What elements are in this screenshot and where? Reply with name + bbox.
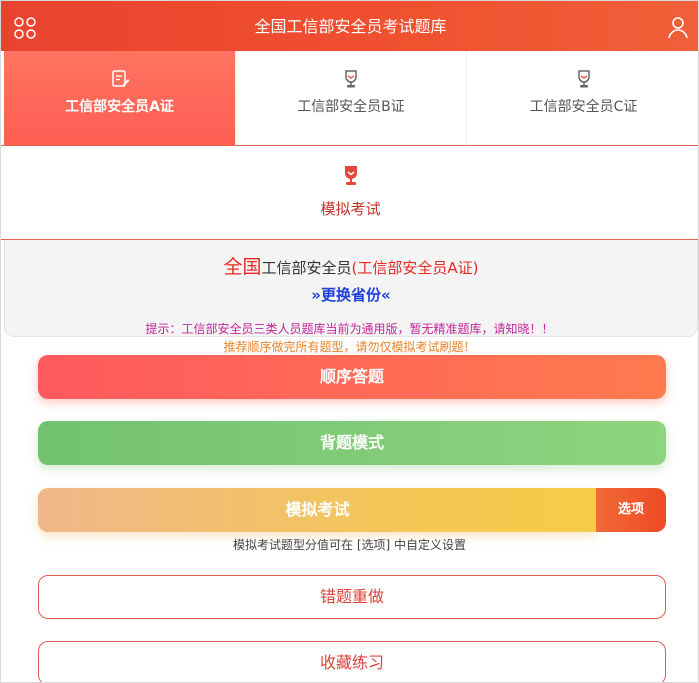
- recite-mode-button[interactable]: 背题模式: [38, 421, 666, 465]
- trophy-icon: [345, 70, 357, 88]
- order-answer-button[interactable]: 顺序答题: [38, 355, 666, 399]
- cert-heading: 全国工信部安全员(工信部安全员A证): [5, 254, 697, 281]
- tab-mock-exam[interactable]: 模拟考试: [1, 146, 698, 240]
- tab-label: 工信部安全员A证: [65, 99, 174, 115]
- trophy-icon: [344, 166, 357, 185]
- mock-options-button[interactable]: 选项: [596, 488, 666, 532]
- trophy-icon: [577, 70, 590, 88]
- recommend-text: 推荐顺序做完所有题型，请勿仅模拟考试刷题！: [223, 340, 476, 354]
- mock-tab-label: 模拟考试: [320, 200, 381, 218]
- wrong-redo-button[interactable]: 错题重做: [38, 575, 666, 619]
- cert-tabs: 工信部安全员A证 工信部安全员B证 工信部安全员C证: [1, 51, 698, 146]
- role-label: 工信部安全员: [261, 259, 352, 277]
- region-label: 全国: [223, 256, 262, 278]
- change-province-link[interactable]: »更换省份«: [5, 284, 697, 305]
- tab-label: 工信部安全员C证: [529, 99, 638, 115]
- tab-label: 工信部安全员B证: [297, 99, 405, 115]
- user-icon[interactable]: [666, 15, 690, 39]
- mock-exam-button[interactable]: 模拟考试: [38, 488, 597, 532]
- tab-cert-c[interactable]: 工信部安全员C证: [466, 51, 698, 145]
- tab-cert-b[interactable]: 工信部安全员B证: [235, 51, 466, 145]
- header-bar: 全国工信部安全员考试题库: [1, 1, 698, 51]
- mock-note-text: 模拟考试题型分值可在 [选项] 中自定义设置: [233, 538, 466, 552]
- edit-doc-icon: [111, 70, 129, 87]
- favorite-practice-button[interactable]: 收藏练习: [38, 641, 666, 682]
- notice-text: 提示：工信部安全员三类人员题库当前为通用版，暂无精准题库，请知晓！！: [145, 322, 554, 336]
- app-frame: 全国工信部安全员考试题库 工信部安全员A证 工信部安全员B证 工信部安全员C证 …: [0, 0, 699, 683]
- page-title: 全国工信部安全员考试题库: [254, 17, 447, 36]
- tab-cert-a[interactable]: 工信部安全员A证: [4, 51, 235, 145]
- cert-label: (工信部安全员A证): [351, 259, 479, 277]
